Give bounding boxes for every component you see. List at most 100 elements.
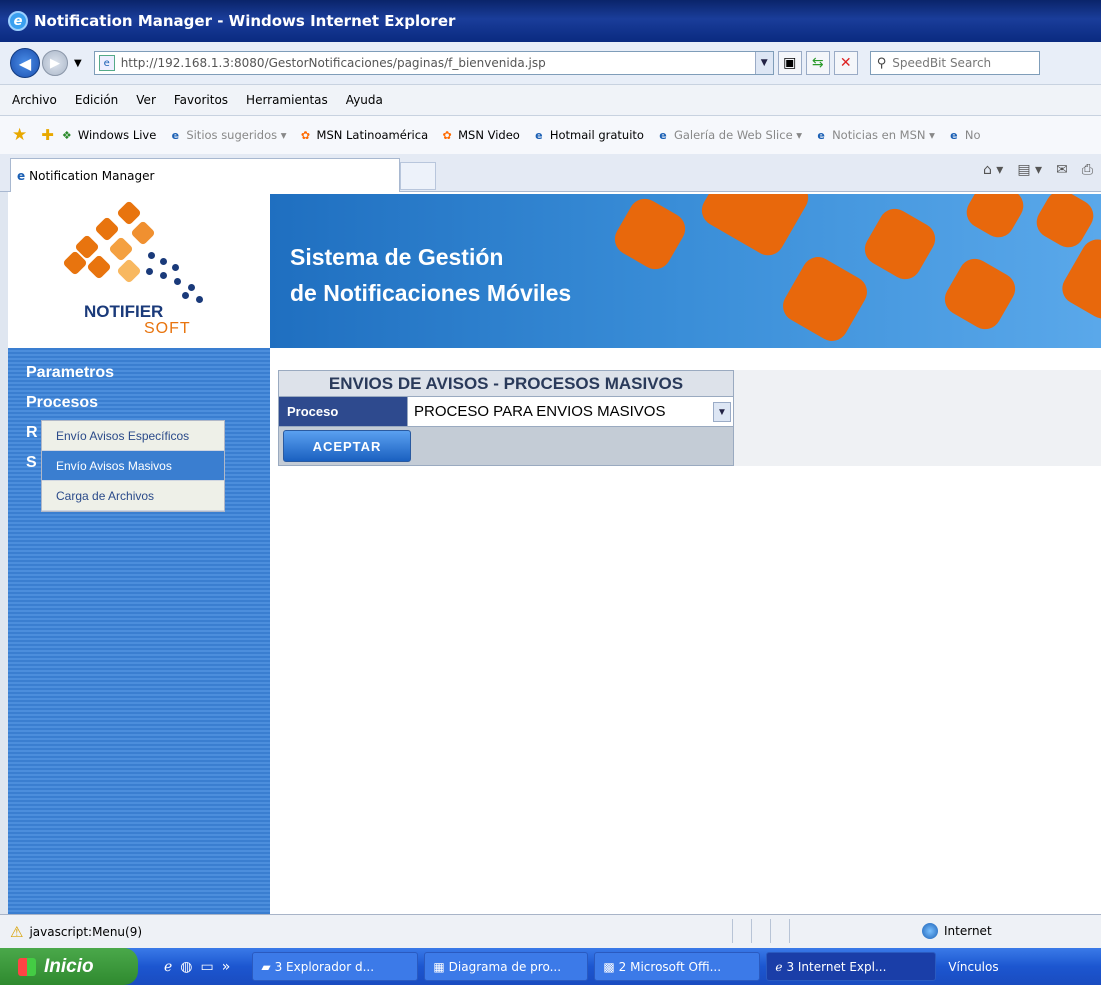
new-tab-button[interactable] xyxy=(400,162,436,190)
ie-icon: e xyxy=(17,168,26,183)
address-bar[interactable]: e http://192.168.1.3:8080/GestorNotifica… xyxy=(93,51,774,75)
task-label: 2 Microsoft Offi... xyxy=(618,959,722,974)
chevron-right-icon[interactable]: » xyxy=(222,959,231,975)
banner-title-line1: Sistema de Gestión xyxy=(290,244,504,270)
fav-overflow[interactable]: e No xyxy=(947,128,981,142)
search-icon: ⚲ xyxy=(876,55,887,71)
fav-noticias-msn[interactable]: e Noticias en MSN ▾ xyxy=(814,128,935,142)
form-button-row: ACEPTAR xyxy=(279,427,733,465)
status-text: javascript:Menu(9) xyxy=(29,924,143,939)
folder-icon: ▰ xyxy=(261,959,271,974)
tab-notification-manager[interactable]: e Notification Manager xyxy=(10,158,400,192)
proceso-select[interactable]: PROCESO PARA ENVIOS MASIVOS ▼ xyxy=(407,397,733,426)
diagram-icon: ▦ xyxy=(433,959,445,974)
msn-icon: ✿ xyxy=(442,128,452,142)
ie-icon: e xyxy=(8,11,28,31)
window-title: Notification Manager - Windows Internet … xyxy=(34,12,456,30)
desktop-icon[interactable]: ▭ xyxy=(201,959,214,975)
process-form: ENVIOS DE AVISOS - PROCESOS MASIVOS Proc… xyxy=(278,370,734,466)
logo-soft-text: SOFT xyxy=(144,320,191,337)
task-label: 3 Internet Expl... xyxy=(786,959,887,974)
ie-icon[interactable]: ℯ xyxy=(164,959,172,975)
submenu-envio-masivos[interactable]: Envío Avisos Masivos xyxy=(42,451,224,481)
task-explorador[interactable]: ▰ 3 Explorador d... xyxy=(252,952,419,981)
compatibility-icon[interactable]: ▣ xyxy=(777,51,802,75)
links-toolbar[interactable]: Vínculos xyxy=(948,960,998,974)
feeds-icon[interactable]: ▤ ▾ xyxy=(1017,162,1042,178)
history-dropdown-icon[interactable]: ▼ xyxy=(74,58,82,69)
fav-sitios-sugeridos[interactable]: e Sitios sugeridos ▾ xyxy=(168,128,287,142)
sidebar-item-parametros[interactable]: Parametros xyxy=(26,364,114,382)
home-icon[interactable]: ⌂ ▾ xyxy=(983,162,1003,178)
task-diagrama[interactable]: ▦ Diagrama de pro... xyxy=(424,952,589,981)
window-title-bar: e Notification Manager - Windows Interne… xyxy=(0,0,1101,42)
menu-edicion[interactable]: Edición xyxy=(75,93,118,107)
windows-live-icon: ❖ xyxy=(61,128,72,142)
zone-label: Internet xyxy=(944,924,992,938)
menu-herramientas[interactable]: Herramientas xyxy=(246,93,328,107)
task-label: Diagrama de pro... xyxy=(448,959,562,974)
fav-msn-video[interactable]: ✿ MSN Video xyxy=(440,128,520,142)
menu-archivo[interactable]: Archivo xyxy=(12,93,57,107)
fav-windows-live[interactable]: ❖ Windows Live xyxy=(60,128,156,142)
task-microsoft-office[interactable]: ▩ 2 Microsoft Offi... xyxy=(594,952,761,981)
header-banner: Sistema de Gestión de Notificaciones Móv… xyxy=(270,194,1101,348)
fav-label: MSN Video xyxy=(458,128,520,142)
forward-button[interactable]: ▶ xyxy=(42,50,68,76)
search-input[interactable]: ⚲ SpeedBit Search xyxy=(869,51,1040,75)
fav-msn-latinoamerica[interactable]: ✿ MSN Latinoamérica xyxy=(299,128,428,142)
fav-label: Galería de Web Slice ▾ xyxy=(673,128,803,142)
start-label: Inicio xyxy=(44,955,94,977)
status-separators xyxy=(732,919,790,943)
sidebar-item-r[interactable]: R xyxy=(26,424,38,442)
tab-row: e Notification Manager ⌂ ▾ ▤ ▾ ✉ ⎙ xyxy=(0,154,1101,192)
notifier-soft-logo: NOTIFIER SOFT xyxy=(8,192,270,348)
menu-bar: Archivo Edición Ver Favoritos Herramient… xyxy=(0,84,1101,116)
mail-icon[interactable]: ✉ xyxy=(1056,162,1068,178)
logo-notifier-text: NOTIFIER xyxy=(84,302,164,321)
stop-icon[interactable]: ✕ xyxy=(833,51,858,75)
task-internet-explorer[interactable]: ℯ3 Internet Expl... xyxy=(766,952,937,981)
refresh-icon[interactable]: ⇆ xyxy=(805,51,830,75)
print-icon[interactable]: ⎙ xyxy=(1082,162,1093,178)
page-icon: e xyxy=(98,55,115,71)
tab-label: Notification Manager xyxy=(29,168,155,183)
ie-icon: e xyxy=(171,128,180,142)
taskbar: Inicio ℯ ◍ ▭ » ▰ 3 Explorador d... ▦ Diagr… xyxy=(0,948,1101,985)
fav-label: Hotmail gratuito xyxy=(549,128,644,142)
favorites-star-icon[interactable]: ★ xyxy=(12,125,27,145)
windows-flag-icon xyxy=(18,957,36,976)
search-placeholder: SpeedBit Search xyxy=(892,56,992,70)
chevron-down-icon[interactable]: ▼ xyxy=(713,402,731,422)
submenu-envio-especificos[interactable]: Envío Avisos Específicos xyxy=(42,421,224,451)
aceptar-button[interactable]: ACEPTAR xyxy=(283,430,411,462)
menu-favoritos[interactable]: Favoritos xyxy=(174,93,228,107)
add-favorite-icon[interactable]: ✚ xyxy=(41,126,54,144)
proceso-selected-value: PROCESO PARA ENVIOS MASIVOS xyxy=(414,403,666,420)
ie-icon: e xyxy=(535,128,543,142)
status-bar: ⚠ javascript:Menu(9) Internet xyxy=(0,914,1101,948)
sidebar-item-procesos[interactable]: Procesos xyxy=(26,394,98,412)
ie-icon: e xyxy=(950,128,958,142)
ie-alt-icon[interactable]: ◍ xyxy=(180,959,192,975)
fav-label: No xyxy=(964,128,981,142)
security-zone[interactable]: Internet xyxy=(922,923,992,939)
fav-web-slice[interactable]: e Galería de Web Slice ▾ xyxy=(656,128,802,142)
address-dropdown-icon[interactable]: ▼ xyxy=(754,52,773,74)
procesos-submenu: Envío Avisos Específicos Envío Avisos Ma… xyxy=(41,420,225,512)
msn-icon: ✿ xyxy=(300,128,311,142)
task-label: 3 Explorador d... xyxy=(274,959,375,974)
menu-ayuda[interactable]: Ayuda xyxy=(346,93,383,107)
form-title: ENVIOS DE AVISOS - PROCESOS MASIVOS xyxy=(279,371,733,397)
sidebar-item-s[interactable]: S xyxy=(26,454,37,472)
office-icon: ▩ xyxy=(603,959,615,974)
fav-label: Noticias en MSN ▾ xyxy=(832,128,935,142)
submenu-carga-archivos[interactable]: Carga de Archivos xyxy=(42,481,224,511)
menu-ver[interactable]: Ver xyxy=(136,93,156,107)
address-url[interactable]: http://192.168.1.3:8080/GestorNotificaci… xyxy=(121,56,546,70)
fav-hotmail[interactable]: e Hotmail gratuito xyxy=(532,128,644,142)
form-row-proceso: Proceso PROCESO PARA ENVIOS MASIVOS ▼ xyxy=(279,397,733,427)
back-button[interactable]: ◀ xyxy=(10,48,40,78)
start-button[interactable]: Inicio xyxy=(0,948,138,985)
quick-launch: ℯ ◍ ▭ » xyxy=(164,959,230,975)
